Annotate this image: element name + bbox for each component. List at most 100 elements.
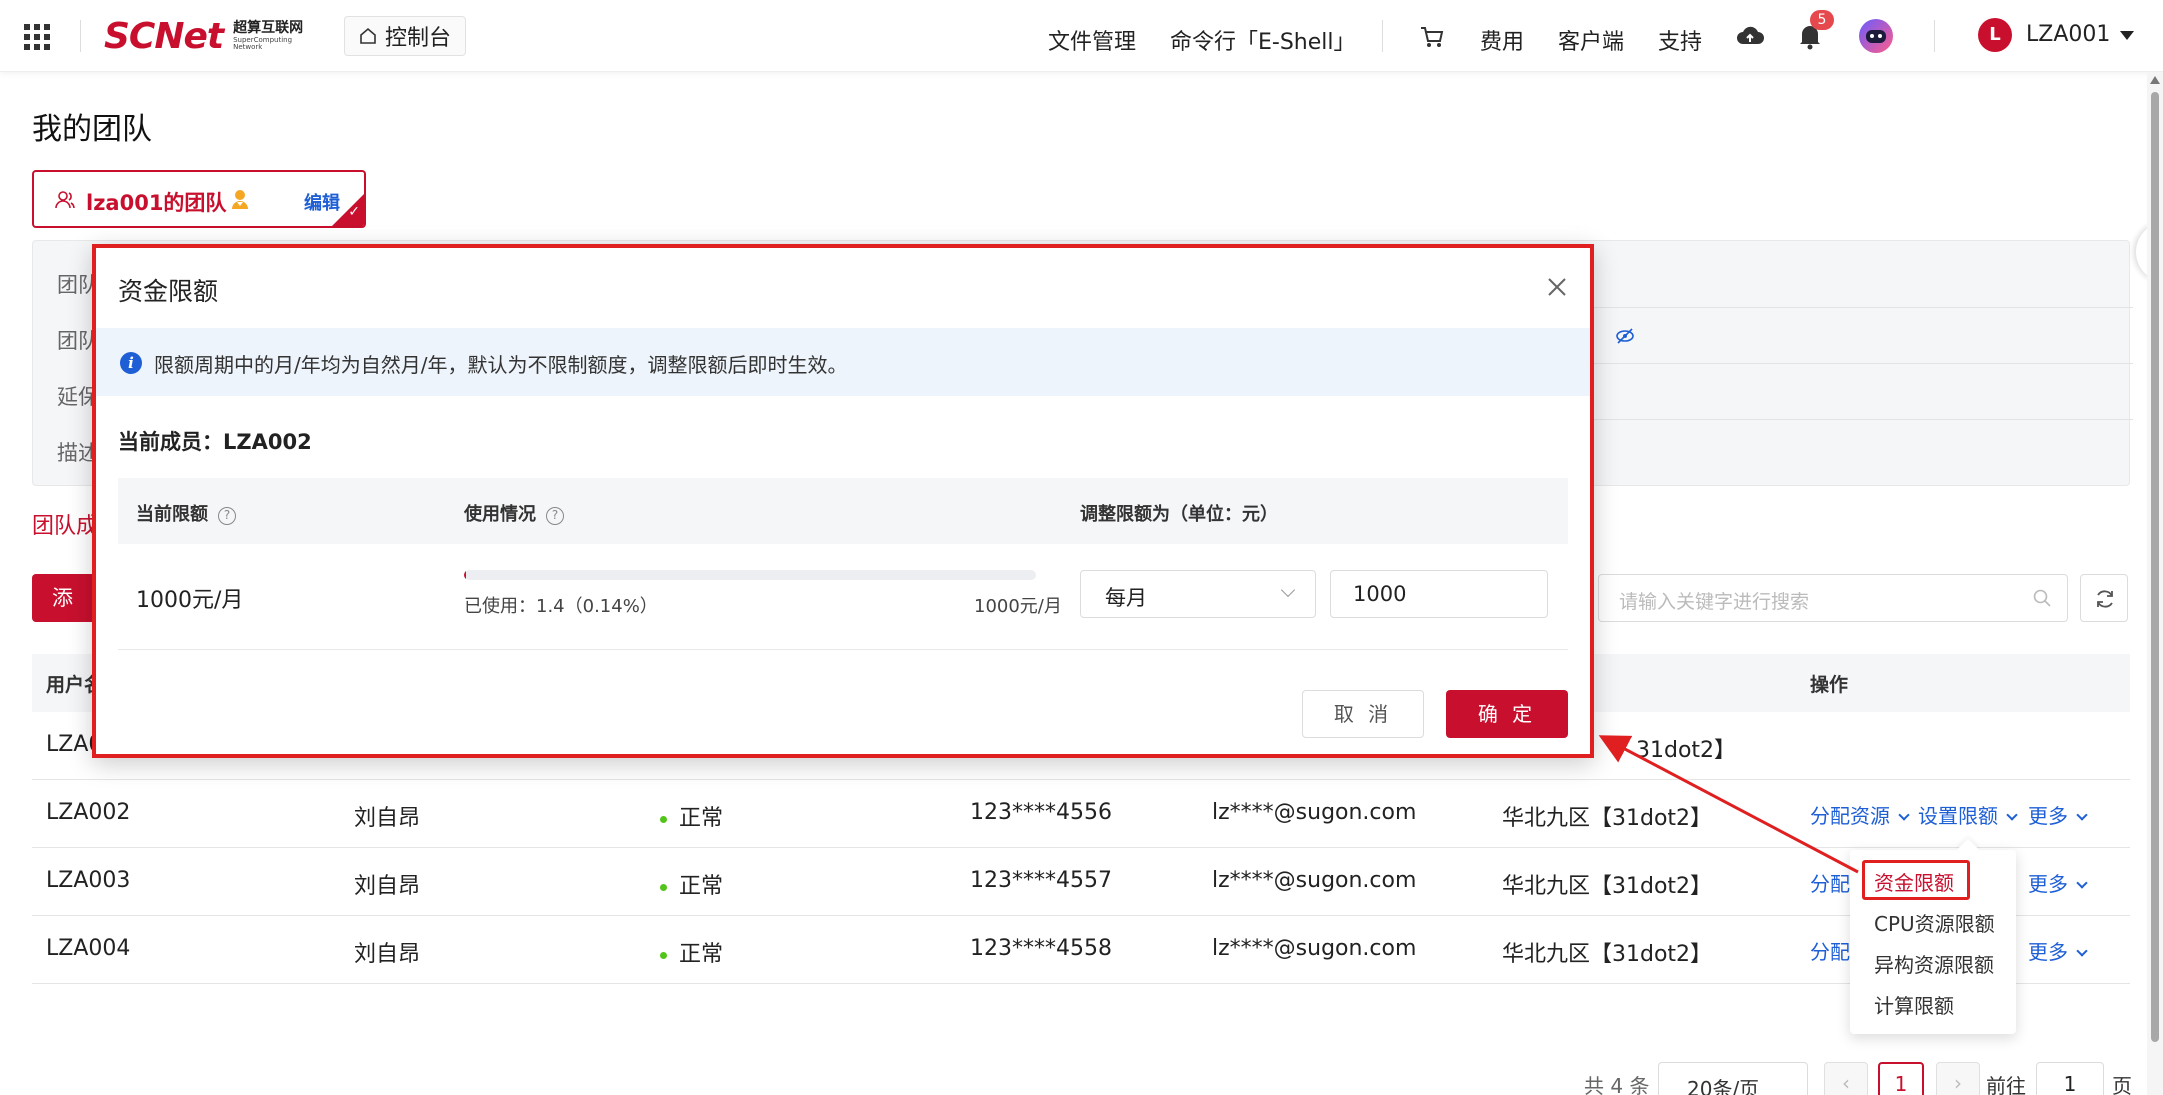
page-title: 我的团队 [32, 112, 152, 147]
scrollbar[interactable] [2147, 72, 2163, 1095]
divider [1934, 20, 1935, 52]
tab-team-members[interactable]: 团队成 [32, 508, 98, 540]
page-number-current[interactable]: 1 [1878, 1062, 1924, 1095]
allocate-resource-link[interactable]: 分配资源 [1810, 800, 1910, 829]
scnet-logo[interactable]: SCNet 超算互联网 SuperComputing Network [104, 14, 303, 58]
prev-page-button[interactable]: ‹ [1824, 1062, 1868, 1095]
column-header-adjust: 调整限额为（单位：元） [1080, 504, 1278, 525]
info-icon: i [120, 352, 142, 374]
more-link[interactable]: 更多 [2028, 800, 2088, 829]
column-header-ops: 操作 [1810, 674, 1849, 696]
more-link[interactable]: 更多 [2028, 868, 2088, 897]
next-page-button[interactable]: › [1936, 1062, 1980, 1095]
home-icon [360, 27, 376, 44]
alert-text: 限额周期中的月/年均为自然月/年，默认为不限制额度，调整限额后即时生效。 [154, 353, 848, 377]
team-card[interactable]: lza001的团队 编辑 ✓ [32, 170, 366, 228]
chevron-down-icon [2076, 877, 2088, 889]
table-row: LZA003 刘自昂 正常 123****4557 lz****@sugon.c… [32, 848, 2130, 916]
more-link[interactable]: 更多 [2028, 936, 2088, 965]
nav-eshell[interactable]: 命令行「E-Shell」 [1170, 24, 1356, 56]
set-limit-dropdown: 资金限额 CPU资源限额 异构资源限额 计算限额 [1850, 838, 2016, 1034]
confirm-button[interactable]: 确 定 [1446, 690, 1568, 738]
menu-item-compute-limit[interactable]: 计算限额 [1874, 990, 1954, 1019]
cell-name: 刘自昂 [354, 942, 421, 967]
cell-name: 刘自昂 [354, 806, 421, 831]
search-placeholder: 请输入关键字进行搜索 [1619, 591, 1810, 613]
dialog-title: 资金限额 [118, 277, 219, 306]
nav-support[interactable]: 支持 [1658, 24, 1702, 56]
cell-user: LZA003 [46, 868, 131, 893]
ai-assistant-icon[interactable] [1858, 18, 1894, 54]
team-icon [55, 191, 75, 209]
info-alert: i 限额周期中的月/年均为自然月/年，默认为不限制额度，调整限额后即时生效。 [92, 328, 1594, 396]
set-limit-link[interactable]: 设置限额 [1918, 800, 2018, 829]
eye-off-icon[interactable] [1615, 327, 1635, 345]
cancel-button[interactable]: 取 消 [1302, 690, 1424, 738]
limit-amount-input[interactable]: 1000 [1330, 570, 1548, 618]
app-grid-icon[interactable] [24, 24, 50, 50]
close-icon[interactable] [1544, 274, 1570, 300]
allocate-resource-link[interactable]: 分配 [1810, 868, 1850, 897]
cell-email: lz****@sugon.com [1212, 800, 1417, 825]
cart-icon[interactable] [1420, 26, 1444, 48]
limit-table-header: 当前限额? 使用情况? 调整限额为（单位：元） [118, 478, 1568, 544]
console-button[interactable]: 控制台 [344, 16, 467, 56]
search-icon[interactable] [2033, 589, 2051, 607]
current-limit-value: 1000元/月 [136, 588, 244, 613]
cell-status: 正常 [660, 868, 723, 900]
help-icon[interactable]: ? [218, 507, 236, 525]
fund-limit-dialog: 资金限额 i 限额周期中的月/年均为自然月/年，默认为不限制额度，调整限额后即时… [92, 244, 1594, 758]
period-select[interactable]: 每月 [1080, 570, 1316, 618]
goto-page-input[interactable]: 1 [2036, 1062, 2104, 1095]
current-member-label: 当前成员：LZA002 [118, 430, 312, 454]
page-label: 页 [2112, 1074, 2132, 1095]
nav-file-manager[interactable]: 文件管理 [1048, 24, 1136, 56]
cell-region: 华北九区【31dot2】 [1502, 806, 1713, 831]
menu-item-hetero-limit[interactable]: 异构资源限额 [1874, 949, 1994, 978]
menu-item-fund-limit[interactable]: 资金限额 [1874, 867, 1954, 896]
scroll-thumb[interactable] [2151, 92, 2159, 1042]
divider [1593, 419, 2133, 420]
status-dot [660, 815, 667, 823]
add-member-button[interactable]: 添加 [32, 574, 92, 622]
page-size-select[interactable]: 20条/页 [1658, 1062, 1808, 1095]
table-row: LZA002 刘自昂 正常 123****4556 lz****@sugon.c… [32, 780, 2130, 848]
cell-user: LZA002 [46, 800, 131, 825]
divider [1593, 307, 2133, 308]
divider [80, 20, 81, 52]
cloud-upload-icon[interactable] [1736, 24, 1764, 48]
user-avatar[interactable]: L [1978, 18, 2012, 52]
scroll-up-arrow[interactable] [2150, 76, 2160, 84]
refresh-icon [2097, 590, 2113, 608]
cell-email: lz****@sugon.com [1212, 868, 1417, 893]
status-dot [660, 951, 667, 959]
check-icon: ✓ [348, 204, 360, 220]
search-input[interactable]: 请输入关键字进行搜索 [1598, 574, 2068, 622]
usage-max-text: 1000元/月 [974, 596, 1062, 617]
nav-client[interactable]: 客户端 [1558, 24, 1624, 56]
cell-user: LZA004 [46, 936, 131, 961]
refresh-button[interactable] [2080, 574, 2128, 622]
divider [1382, 20, 1383, 52]
team-name: lza001的团队 [86, 191, 227, 215]
cell-status: 正常 [660, 800, 723, 832]
cell-email: lz****@sugon.com [1212, 936, 1417, 961]
limit-row: 1000元/月 已使用：1.4（0.14%） 1000元/月 每月 1000 [118, 544, 1568, 650]
menu-item-cpu-limit[interactable]: CPU资源限额 [1874, 908, 1995, 937]
chevron-down-icon [2006, 809, 2018, 821]
help-icon[interactable]: ? [546, 507, 564, 525]
nav-billing[interactable]: 费用 [1480, 24, 1524, 56]
caret-down-icon[interactable] [2120, 31, 2134, 40]
usage-progress-bar [464, 570, 1036, 580]
notification-badge: 5 [1810, 10, 1834, 30]
cell-name: 刘自昂 [354, 874, 421, 899]
cell-status: 正常 [660, 936, 723, 968]
cell-region: 31dot2】 [1636, 738, 1737, 763]
chevron-down-icon [2076, 809, 2088, 821]
cell-phone: 123****4558 [970, 936, 1112, 961]
cell-phone: 123****4557 [970, 868, 1112, 893]
user-name[interactable]: LZA001 [2026, 22, 2110, 47]
allocate-resource-link[interactable]: 分配 [1810, 936, 1850, 965]
owner-badge-icon [232, 190, 248, 209]
top-nav: SCNet 超算互联网 SuperComputing Network 控制台 文… [0, 0, 2163, 72]
